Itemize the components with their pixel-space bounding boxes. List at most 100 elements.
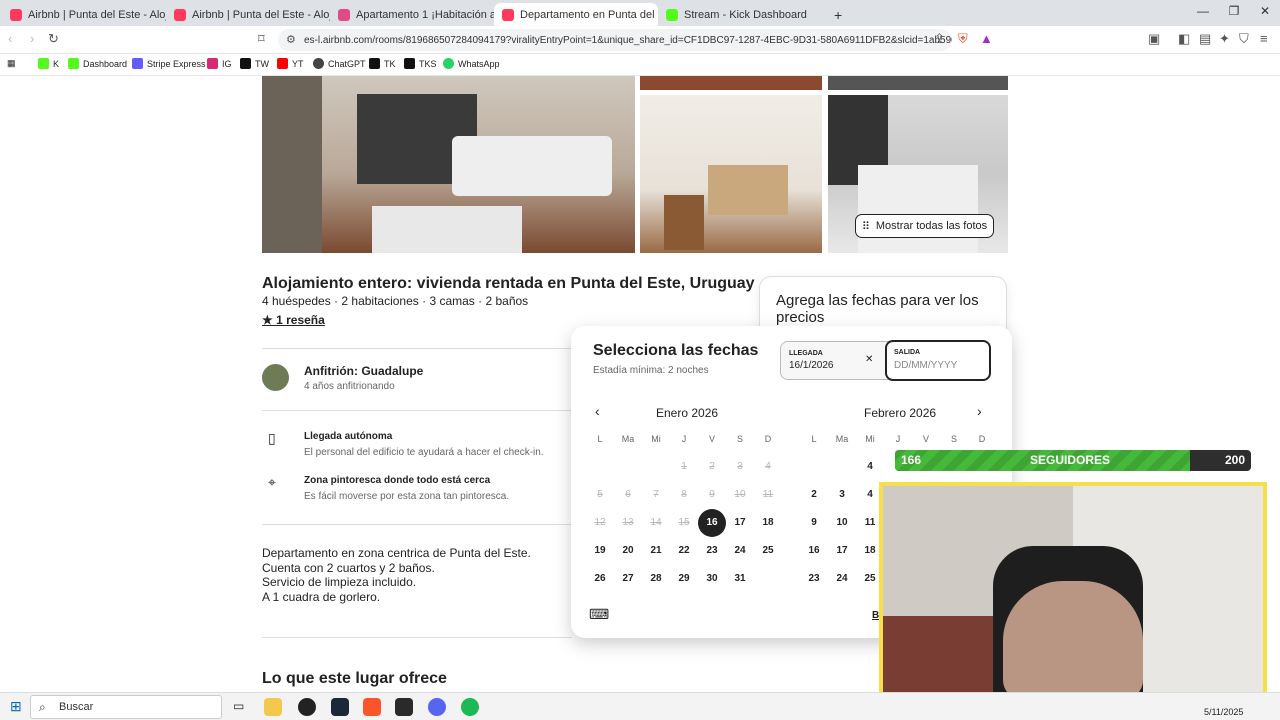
- calendar-day: 13: [622, 517, 634, 528]
- calendar-day: 4: [765, 461, 771, 472]
- obs-icon[interactable]: [298, 698, 316, 716]
- calendar-day[interactable]: 23: [698, 537, 726, 565]
- address-bar[interactable]: ⚙ es-l.airbnb.com/rooms/8196865072840941…: [278, 29, 952, 51]
- next-month-icon[interactable]: ›: [977, 403, 982, 419]
- taskbar-search[interactable]: ⌕ Buscar: [30, 695, 222, 719]
- calendar-day[interactable]: 17: [726, 509, 754, 537]
- site-icon: [338, 8, 350, 21]
- host-avatar[interactable]: [262, 364, 289, 391]
- brave-rewards-icon[interactable]: ▲: [980, 31, 993, 46]
- clear-date-icon[interactable]: ✕: [865, 354, 873, 365]
- reviews-link[interactable]: ★ 1 reseña: [262, 313, 325, 327]
- bookmark-yt[interactable]: YT: [277, 58, 304, 69]
- calendar-day[interactable]: 4: [856, 453, 884, 481]
- calendar-day-selected[interactable]: 16: [698, 509, 726, 537]
- windows-start-icon[interactable]: ⊞: [10, 698, 22, 715]
- bookmark-whatsapp[interactable]: WhatsApp: [443, 58, 500, 69]
- bookmark-tk[interactable]: TK: [369, 58, 396, 69]
- calendar-day[interactable]: 25: [754, 537, 782, 565]
- calendar-day: 14: [650, 517, 662, 528]
- share-icon[interactable]: ⇪: [934, 31, 945, 47]
- calendar-day[interactable]: 22: [670, 537, 698, 565]
- calendar-day[interactable]: 20: [614, 537, 642, 565]
- bookmark-ig[interactable]: IG: [207, 58, 232, 69]
- bookmark-chatgpt[interactable]: ChatGPT: [313, 58, 366, 69]
- steam-icon[interactable]: [331, 698, 349, 716]
- tab-apartamento[interactable]: Apartamento 1 ¡Habitación a solo un: [330, 3, 494, 26]
- discord-icon[interactable]: [428, 698, 446, 716]
- tab-airbnb-2[interactable]: Airbnb | Punta del Este - Alojamient: [166, 3, 330, 26]
- calendar-day[interactable]: 2: [800, 481, 828, 509]
- task-view-icon[interactable]: ▭: [233, 699, 244, 713]
- bookmark-tks[interactable]: TKS: [404, 58, 437, 69]
- site-info-icon[interactable]: ⚙: [286, 33, 296, 46]
- leo-ai-icon[interactable]: ✦: [1219, 31, 1230, 47]
- menu-icon[interactable]: ≡: [1260, 31, 1268, 46]
- calendar-day[interactable]: 17: [828, 537, 856, 565]
- windows-taskbar: ⊞ ⌕ Buscar ▭ 5/11/2025: [0, 692, 1280, 720]
- feature-title: Llegada autónoma: [304, 431, 393, 442]
- bookmark-stripe[interactable]: Stripe Express: [132, 58, 206, 69]
- file-explorer-icon[interactable]: [264, 698, 282, 716]
- calendar-day: 6: [625, 489, 631, 500]
- reload-icon[interactable]: ↻: [48, 31, 59, 47]
- bookmark-dashboard[interactable]: Dashboard: [68, 58, 127, 69]
- photo-living-room[interactable]: [262, 76, 635, 253]
- browser-tab-bar: Airbnb | Punta del Este - Alojamient Air…: [0, 0, 1280, 26]
- divider: [262, 637, 572, 638]
- checkout-field[interactable]: SALIDA DD/MM/YYYY: [885, 340, 991, 381]
- calendar-day[interactable]: 29: [670, 565, 698, 593]
- divider: [262, 524, 572, 525]
- bookmark-k[interactable]: K: [38, 58, 59, 69]
- bookmark-tw[interactable]: TW: [240, 58, 269, 69]
- restore-icon[interactable]: ❐: [1219, 4, 1249, 18]
- new-tab-button[interactable]: +: [826, 3, 846, 26]
- host-subtitle: 4 años anfitrionando: [304, 381, 395, 392]
- minimize-icon[interactable]: —: [1188, 4, 1218, 18]
- tab-airbnb-1[interactable]: Airbnb | Punta del Este - Alojamient: [2, 3, 166, 26]
- chatgpt-icon: [313, 58, 324, 69]
- kick-icon: [68, 58, 79, 69]
- spotify-icon[interactable]: [461, 698, 479, 716]
- prev-month-icon[interactable]: ‹: [595, 403, 600, 419]
- calendar-day[interactable]: 18: [754, 509, 782, 537]
- calendar-day[interactable]: 28: [642, 565, 670, 593]
- calendar-day[interactable]: 24: [726, 537, 754, 565]
- tab-kick-dashboard[interactable]: Stream - Kick Dashboard: [658, 3, 822, 26]
- tiktok-icon: [369, 58, 380, 69]
- bookmark-icon[interactable]: ⌑: [258, 31, 265, 47]
- wallet-icon[interactable]: ▤: [1199, 31, 1211, 47]
- cast-icon[interactable]: ▣: [1148, 31, 1160, 47]
- sidebar-icon[interactable]: ◧: [1178, 31, 1190, 47]
- close-window-icon[interactable]: ✕: [1250, 4, 1280, 18]
- calendar-day[interactable]: 24: [828, 565, 856, 593]
- apps-icon[interactable]: ▦: [7, 58, 16, 69]
- photo-dresser[interactable]: [640, 95, 822, 253]
- brave-shields-icon[interactable]: ⛨: [958, 31, 968, 47]
- calendar-day[interactable]: 10: [828, 509, 856, 537]
- tab-departamento-active[interactable]: Departamento en Punta del Este✕: [494, 3, 658, 26]
- weekday-label: L: [597, 434, 603, 444]
- calendar-day[interactable]: 30: [698, 565, 726, 593]
- photo-top-left[interactable]: [640, 76, 822, 90]
- weekday-label: J: [681, 434, 687, 444]
- calendar-day[interactable]: 19: [586, 537, 614, 565]
- vpn-icon[interactable]: ⛉: [1239, 31, 1249, 47]
- checkin-field[interactable]: LLEGADA 16/1/2026 ✕: [781, 342, 885, 379]
- calendar-day[interactable]: 3: [828, 481, 856, 509]
- photo-top-right[interactable]: [828, 76, 1008, 90]
- grid-icon: ⠿: [861, 220, 870, 233]
- calendar-day[interactable]: 9: [800, 509, 828, 537]
- back-icon[interactable]: ‹: [8, 31, 12, 46]
- calendar-day[interactable]: 21: [642, 537, 670, 565]
- show-all-photos-button[interactable]: ⠿ Mostrar todas las fotos: [855, 214, 994, 238]
- calendar-day[interactable]: 26: [586, 565, 614, 593]
- epic-games-icon[interactable]: [395, 698, 413, 716]
- keyboard-icon[interactable]: ⌨: [589, 606, 609, 623]
- calendar-day[interactable]: 23: [800, 565, 828, 593]
- forward-icon[interactable]: ›: [30, 31, 34, 46]
- calendar-day[interactable]: 31: [726, 565, 754, 593]
- calendar-day[interactable]: 27: [614, 565, 642, 593]
- calendar-day[interactable]: 16: [800, 537, 828, 565]
- brave-icon[interactable]: [363, 698, 381, 716]
